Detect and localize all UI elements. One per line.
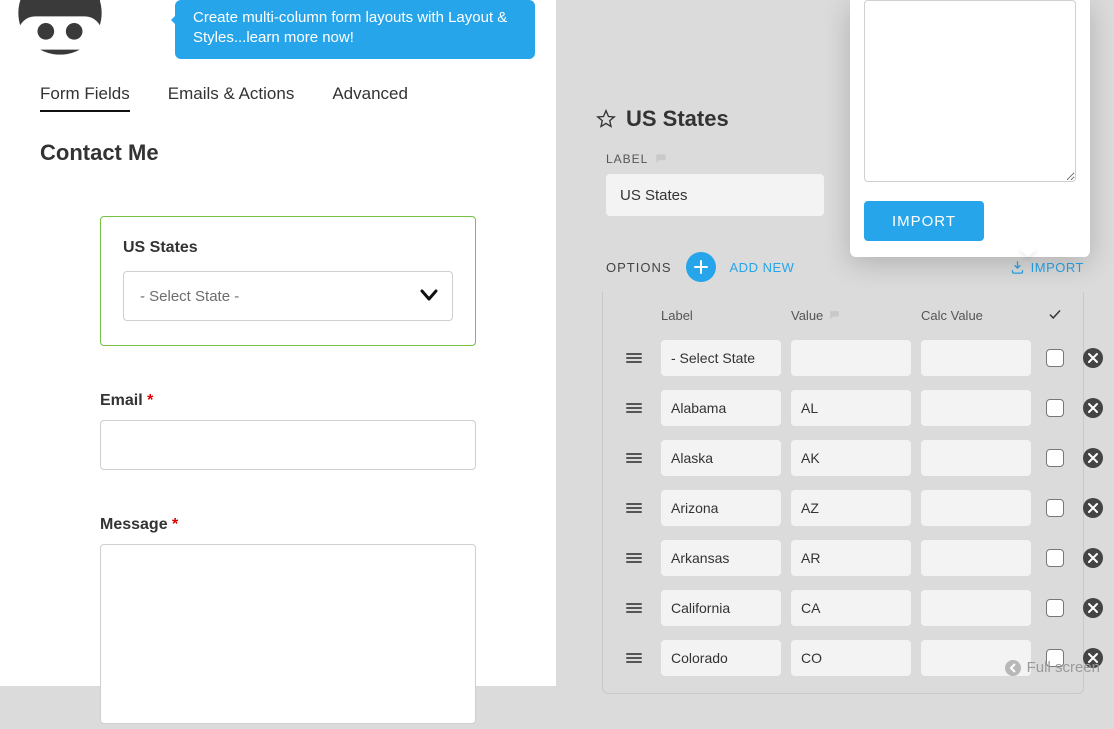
add-new-link[interactable]: ADD NEW [730, 260, 795, 275]
option-value-input[interactable] [791, 540, 911, 576]
option-calc-input[interactable] [921, 390, 1031, 426]
drag-handle-icon[interactable] [617, 453, 651, 463]
arrow-left-icon [1005, 660, 1021, 676]
option-delete-button[interactable] [1083, 598, 1103, 618]
drag-handle-icon[interactable] [617, 653, 651, 663]
drag-handle-icon[interactable] [617, 503, 651, 513]
tip-bubble[interactable]: Create multi-column form layouts with La… [175, 0, 535, 59]
label-heading: LABEL [606, 152, 824, 166]
option-calc-input[interactable] [921, 440, 1031, 476]
option-value-input[interactable] [791, 590, 911, 626]
option-label-input[interactable] [661, 490, 781, 526]
drag-handle-icon[interactable] [617, 353, 651, 363]
message-label-text: Message [100, 516, 168, 533]
field-editor-panel: US States LABEL R OPTIONS ADD NEW IMPORT [556, 0, 1114, 686]
field-us-states[interactable]: US States - Select State - [100, 216, 476, 346]
tab-emails-actions[interactable]: Emails & Actions [168, 84, 295, 112]
builder-panel: Create multi-column form layouts with La… [0, 0, 556, 686]
import-button[interactable]: IMPORT [864, 201, 984, 241]
header-value-text: Value [791, 308, 823, 323]
import-popover: IMPORT [850, 0, 1090, 257]
option-row [613, 383, 1073, 433]
state-select[interactable]: - Select State - [123, 271, 453, 321]
message-textarea[interactable] [100, 544, 476, 724]
option-delete-button[interactable] [1083, 498, 1103, 518]
option-row [613, 433, 1073, 483]
option-default-checkbox[interactable] [1046, 599, 1064, 617]
header-value: Value [791, 308, 911, 323]
header-label: Label [661, 308, 781, 323]
close-icon [1087, 352, 1099, 364]
option-label-input[interactable] [661, 540, 781, 576]
option-default-checkbox[interactable] [1046, 399, 1064, 417]
option-label-input[interactable] [661, 440, 781, 476]
field-message[interactable]: Message * [100, 516, 476, 729]
option-calc-input[interactable] [921, 540, 1031, 576]
tab-form-fields[interactable]: Form Fields [40, 84, 130, 112]
required-marker: * [147, 392, 153, 409]
option-row [613, 333, 1073, 383]
option-label-input[interactable] [661, 640, 781, 676]
fullscreen-label: Full screen [1027, 659, 1100, 676]
options-table: Label Value Calc Value [602, 292, 1084, 694]
option-value-input[interactable] [791, 490, 911, 526]
required-marker: * [172, 516, 178, 533]
option-headers: Label Value Calc Value [613, 308, 1073, 333]
close-icon [1087, 602, 1099, 614]
option-row [613, 583, 1073, 633]
plus-icon [693, 259, 709, 275]
option-value-input[interactable] [791, 390, 911, 426]
option-default-checkbox[interactable] [1046, 449, 1064, 467]
option-value-input[interactable] [791, 440, 911, 476]
option-label-input[interactable] [661, 340, 781, 376]
option-delete-button[interactable] [1083, 448, 1103, 468]
email-input[interactable] [100, 420, 476, 470]
option-delete-button[interactable] [1083, 348, 1103, 368]
field-email[interactable]: Email * [100, 392, 476, 470]
field-label-us-states: US States [123, 239, 453, 257]
option-calc-input[interactable] [921, 490, 1031, 526]
drag-handle-icon[interactable] [617, 553, 651, 563]
options-heading: OPTIONS [606, 260, 672, 275]
option-row [613, 533, 1073, 583]
drag-handle-icon[interactable] [617, 403, 651, 413]
import-textarea[interactable] [864, 0, 1076, 182]
label-heading-text: LABEL [606, 152, 648, 166]
tab-advanced[interactable]: Advanced [332, 84, 408, 112]
option-calc-input[interactable] [921, 590, 1031, 626]
add-option-button[interactable] [686, 252, 716, 282]
option-rows [613, 333, 1073, 683]
header-calc: Calc Value [921, 308, 1031, 323]
option-row [613, 483, 1073, 533]
editor-title: US States [626, 106, 729, 132]
form-title: Contact Me [0, 112, 556, 166]
close-icon [1087, 452, 1099, 464]
fullscreen-toggle[interactable]: Full screen [1005, 659, 1100, 676]
option-delete-button[interactable] [1083, 548, 1103, 568]
favorite-star-icon[interactable] [596, 109, 616, 129]
field-label-email: Email * [100, 392, 476, 410]
field-label-input[interactable] [606, 174, 824, 216]
close-icon [1087, 502, 1099, 514]
option-default-checkbox[interactable] [1046, 349, 1064, 367]
close-icon [1087, 552, 1099, 564]
option-value-input[interactable] [791, 640, 911, 676]
option-delete-button[interactable] [1083, 398, 1103, 418]
comment-icon[interactable] [654, 152, 668, 166]
form-area: US States - Select State - Email * Messa… [0, 166, 556, 729]
drag-handle-icon[interactable] [617, 603, 651, 613]
close-icon [1087, 402, 1099, 414]
option-label-input[interactable] [661, 590, 781, 626]
option-default-checkbox[interactable] [1046, 499, 1064, 517]
email-label-text: Email [100, 392, 143, 409]
import-link-text: IMPORT [1031, 260, 1084, 275]
comment-icon[interactable] [828, 309, 841, 322]
header-default-icon [1041, 308, 1069, 323]
option-value-input[interactable] [791, 340, 911, 376]
option-label-input[interactable] [661, 390, 781, 426]
option-default-checkbox[interactable] [1046, 549, 1064, 567]
option-calc-input[interactable] [921, 340, 1031, 376]
state-select-wrap: - Select State - [123, 271, 453, 321]
field-label-message: Message * [100, 516, 476, 534]
